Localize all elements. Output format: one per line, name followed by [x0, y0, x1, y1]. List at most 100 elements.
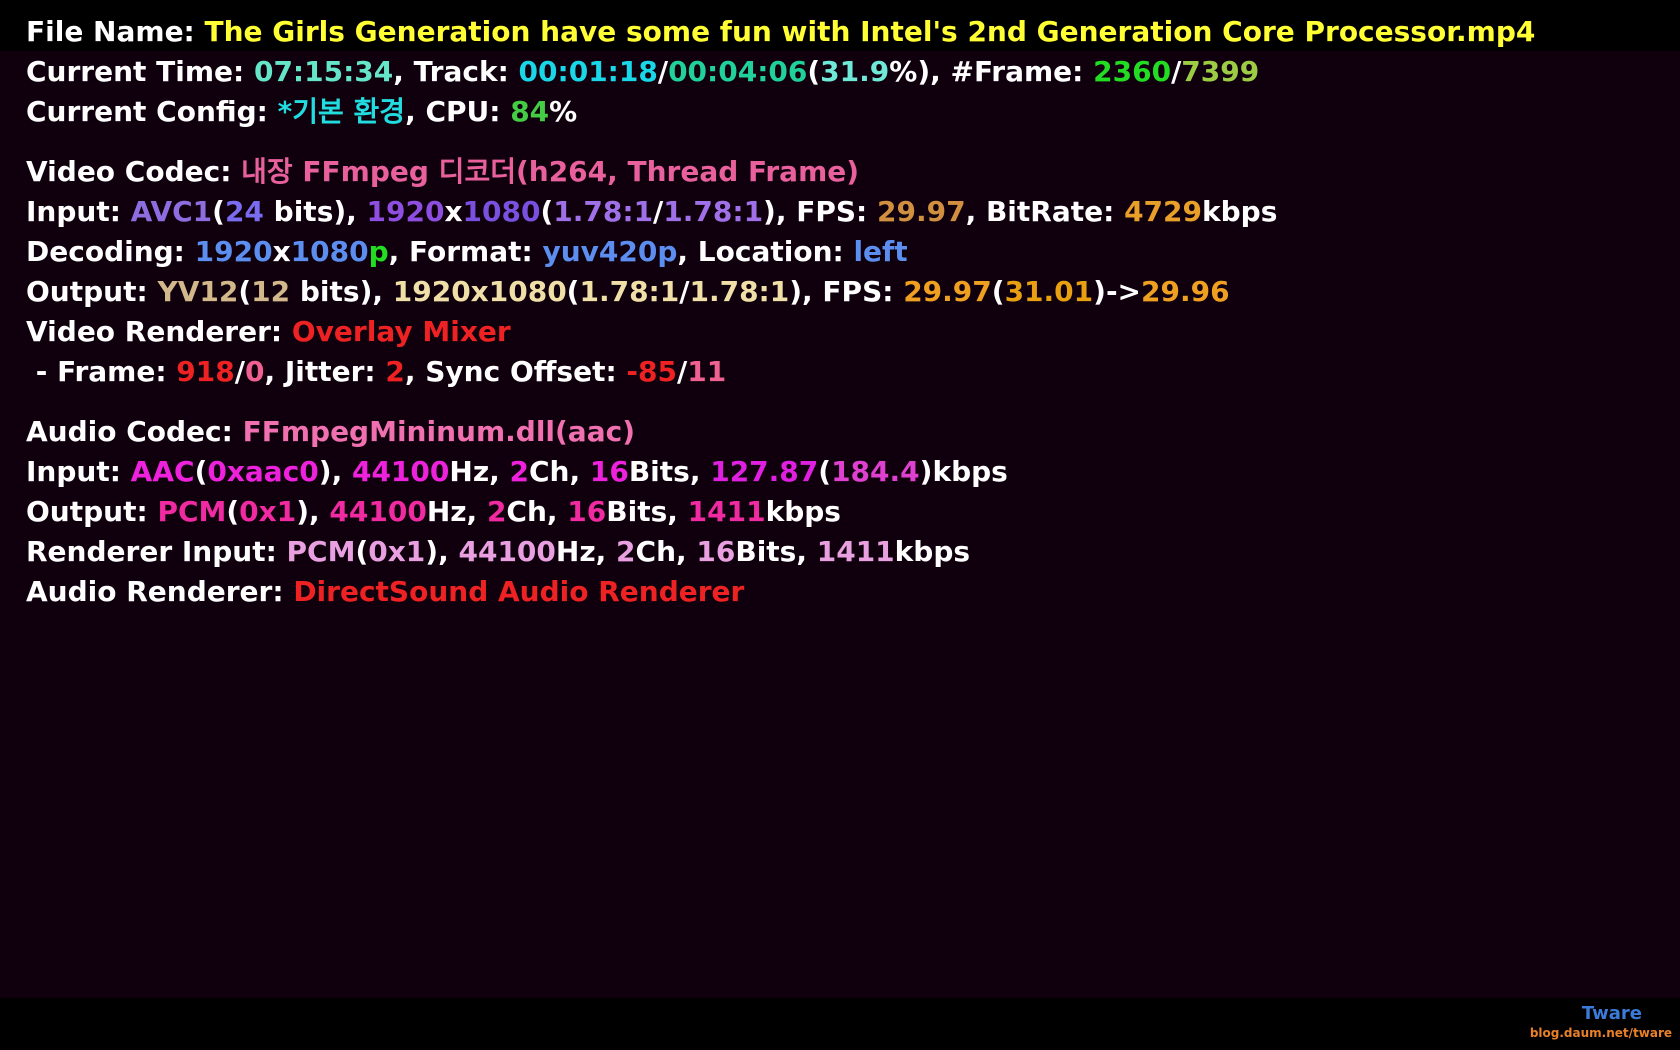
- info-segment: ),: [425, 535, 459, 568]
- info-line: Video Codec: 내장 FFmpeg 디코더(h264, Thread …: [26, 152, 1666, 192]
- info-segment: 0x1: [239, 495, 297, 528]
- info-segment: Renderer Input:: [26, 535, 287, 568]
- info-segment: 1920: [194, 235, 273, 268]
- info-segment: AVC1: [130, 195, 213, 228]
- info-line: Decoding: 1920x1080p, Format: yuv420p, L…: [26, 232, 1666, 272]
- info-line: Current Time: 07:15:34, Track: 00:01:18/…: [26, 52, 1666, 92]
- info-segment: FFmpegMininum.dll(aac): [242, 415, 635, 448]
- info-segment: kbps: [894, 535, 971, 568]
- info-segment: 2: [385, 355, 405, 388]
- info-segment: , Format:: [388, 235, 543, 268]
- info-segment: 16: [567, 495, 607, 528]
- info-segment: 29.96: [1141, 275, 1230, 308]
- info-segment: , BitRate:: [965, 195, 1125, 228]
- info-segment: Overlay Mixer: [291, 315, 511, 348]
- info-segment: 44100: [351, 455, 450, 488]
- info-segment: 7399: [1181, 55, 1260, 88]
- info-segment: Bits,: [628, 455, 711, 488]
- info-segment: 918: [176, 355, 235, 388]
- info-segment: ),: [318, 455, 352, 488]
- info-segment: PCM: [286, 535, 356, 568]
- info-segment: 16: [696, 535, 736, 568]
- info-segment: The Girls Generation have some fun with …: [204, 15, 1536, 48]
- watermark-name: Tware: [1581, 1003, 1642, 1024]
- info-line: Audio Renderer: DirectSound Audio Render…: [26, 572, 1666, 612]
- info-segment: ), FPS:: [789, 275, 904, 308]
- info-segment: left: [853, 235, 908, 268]
- info-line: Audio Codec: FFmpegMininum.dll(aac): [26, 412, 1666, 452]
- info-segment: 1080: [290, 235, 369, 268]
- info-segment: Input:: [26, 195, 131, 228]
- info-segment: 29.97: [877, 195, 966, 228]
- info-segment: /: [1171, 55, 1182, 88]
- info-segment: p: [368, 235, 389, 268]
- info-segment: Hz,: [449, 455, 510, 488]
- info-segment: 1411: [816, 535, 895, 568]
- info-segment: 0: [244, 355, 265, 388]
- info-segment: (: [807, 55, 821, 88]
- playback-info-overlay: File Name: The Girls Generation have som…: [26, 12, 1666, 612]
- info-segment: /: [653, 195, 664, 228]
- info-segment: yuv420p: [542, 235, 678, 268]
- info-segment: 12: [251, 275, 291, 308]
- info-segment: Output:: [26, 275, 158, 308]
- info-segment: 1920: [366, 195, 445, 228]
- info-segment: 2: [509, 455, 529, 488]
- info-segment: Bits,: [735, 535, 817, 568]
- info-segment: Audio Renderer:: [26, 575, 294, 608]
- info-segment: 2: [616, 535, 636, 568]
- info-segment: (: [238, 275, 252, 308]
- info-segment: 0xaac0: [207, 455, 319, 488]
- info-segment: 내장 FFmpeg 디코더(h264, Thread Frame): [241, 155, 860, 188]
- info-segment: 31.01: [1004, 275, 1094, 308]
- info-segment: 2360: [1093, 55, 1172, 88]
- info-segment: bits),: [290, 275, 393, 308]
- info-segment: 00:01:18: [518, 55, 658, 88]
- info-segment: Ch,: [635, 535, 697, 568]
- info-segment: Input:: [26, 455, 131, 488]
- info-line: Output: PCM(0x1), 44100Hz, 2Ch, 16Bits, …: [26, 492, 1666, 532]
- info-segment: 44100: [329, 495, 427, 528]
- info-segment: - Frame:: [26, 355, 177, 388]
- info-segment: 1920x1080: [392, 275, 567, 308]
- info-segment: x: [272, 235, 291, 268]
- info-segment: Current Config:: [26, 95, 278, 128]
- info-segment: 1.78:1: [579, 275, 680, 308]
- info-segment: *기본 환경: [277, 95, 406, 128]
- info-segment: , CPU:: [405, 95, 511, 128]
- info-segment: 1.78:1: [689, 275, 790, 308]
- info-segment: , Track:: [393, 55, 519, 88]
- info-segment: YV12: [157, 275, 239, 308]
- info-segment: 4729: [1124, 195, 1202, 228]
- info-line: File Name: The Girls Generation have som…: [26, 12, 1666, 52]
- info-segment: %: [549, 95, 578, 128]
- info-line: Input: AAC(0xaac0), 44100Hz, 2Ch, 16Bits…: [26, 452, 1666, 492]
- info-segment: DirectSound Audio Renderer: [293, 575, 745, 608]
- info-segment: Audio Codec:: [26, 415, 243, 448]
- info-line: Renderer Input: PCM(0x1), 44100Hz, 2Ch, …: [26, 532, 1666, 572]
- info-segment: (: [540, 195, 554, 228]
- info-segment: Video Codec:: [26, 155, 242, 188]
- info-segment: PCM: [157, 495, 227, 528]
- info-line: Current Config: *기본 환경, CPU: 84%: [26, 92, 1666, 132]
- info-segment: , Location:: [677, 235, 854, 268]
- info-segment: Ch,: [529, 455, 590, 488]
- info-segment: (: [226, 495, 240, 528]
- info-segment: , Jitter:: [264, 355, 386, 388]
- info-segment: Ch,: [506, 495, 568, 528]
- info-segment: 11: [687, 355, 727, 388]
- info-segment: 16: [589, 455, 629, 488]
- info-segment: kbps: [1202, 195, 1278, 228]
- info-segment: 1080: [462, 195, 541, 228]
- info-segment: Decoding:: [26, 235, 195, 268]
- info-segment: %), #Frame:: [889, 55, 1094, 88]
- info-segment: AAC: [130, 455, 195, 488]
- info-segment: Hz,: [426, 495, 487, 528]
- info-segment: 24: [224, 195, 264, 228]
- info-segment: 00:04:06: [668, 55, 808, 88]
- info-segment: (: [991, 275, 1005, 308]
- info-segment: 184.4: [831, 455, 920, 488]
- info-segment: Bits,: [606, 495, 688, 528]
- info-segment: (: [194, 455, 208, 488]
